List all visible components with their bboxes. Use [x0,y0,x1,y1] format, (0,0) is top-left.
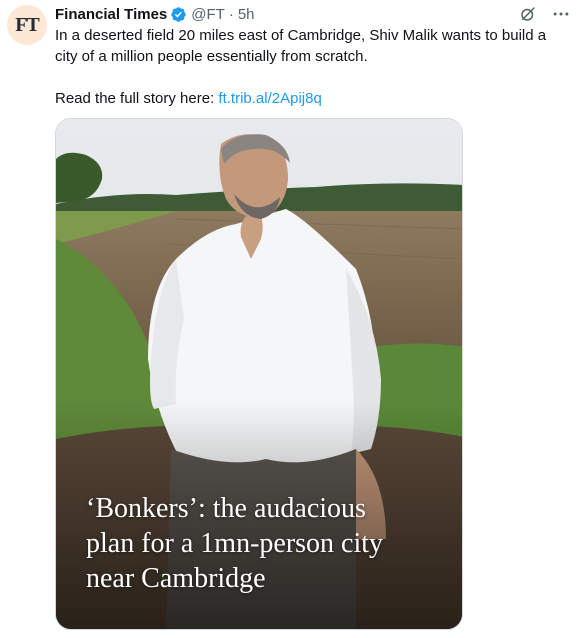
tweet-actions-top [519,4,571,24]
tweet-header: Financial Times @FT · 5h [55,4,255,24]
author-handle[interactable]: @FT [191,6,225,23]
article-headline: ‘Bonkers’: the audacious plan for a 1mn-… [86,491,446,596]
headline-line: ‘Bonkers’: the audacious [86,493,366,524]
headline-line: plan for a 1mn-person city [86,528,384,559]
author-name[interactable]: Financial Times [55,6,167,23]
tweet-text-line: city of a million people essentially fro… [55,48,368,65]
media-card[interactable]: ‘Bonkers’: the audacious plan for a 1mn-… [55,118,463,630]
timestamp[interactable]: 5h [238,6,255,23]
tweet-text: In a deserted field 20 miles east of Cam… [55,25,570,109]
grok-icon[interactable] [519,5,537,23]
tweet-text-line: In a deserted field 20 miles east of Cam… [55,27,547,44]
more-options-icon[interactable] [551,4,571,24]
avatar[interactable]: FT [7,5,47,45]
read-more-prefix: Read the full story here: [55,90,219,107]
header-separator: · [228,5,234,23]
headline-line: near Cambridge [86,563,266,594]
verified-badge-icon [171,6,187,22]
read-more-line: Read the full story here: ft.trib.al/2Ap… [55,88,570,109]
avatar-logo-text: FT [15,13,40,36]
story-link[interactable]: ft.trib.al/2Apij8q [218,90,321,107]
